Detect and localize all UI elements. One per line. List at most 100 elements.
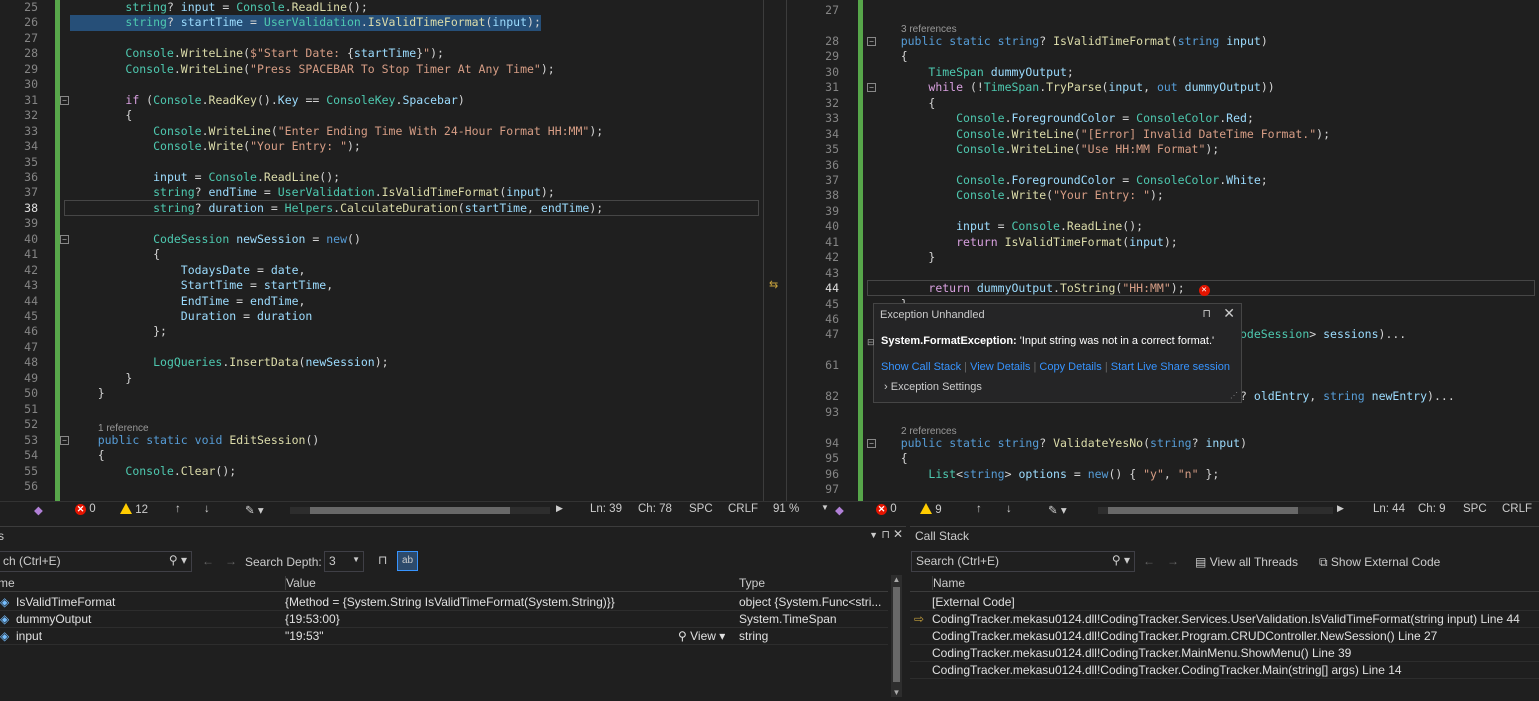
code-line[interactable]: 44 return dummyOutput.ToString("HH:MM");… [787,281,1539,297]
code-line[interactable]: 53 − public static void EditSession() [0,433,763,449]
code-line[interactable]: 26 string? startTime = UserValidation.Is… [0,15,763,31]
code-line[interactable]: 41 return IsValidTimeFormat(input); [787,235,1539,251]
code-line[interactable]: 38 Console.Write("Your Entry: "); [787,188,1539,204]
code-line[interactable]: 51 [0,402,763,418]
horizontal-scrollbar[interactable] [1098,507,1333,514]
brush-icon[interactable]: ✎ ▾ [245,503,264,517]
line-indicator[interactable]: Ln: 44 [1373,503,1405,515]
code-line[interactable]: 43 StartTime = startTime, [0,278,763,294]
ai-icon[interactable]: ◆ [34,503,43,517]
view-details-link[interactable]: View Details [970,361,1030,373]
exception-settings-toggle[interactable]: › Exception Settings [884,381,982,393]
forward-arrow-icon[interactable]: → [225,554,237,568]
format-toggle-icon[interactable]: ab [397,551,418,571]
search-input[interactable]: Search (Ctrl+E) ⚲ ▾ [911,551,1135,572]
code-line[interactable]: 31 − if (Console.ReadKey().Key == Console… [0,93,763,109]
call-stack-frame[interactable]: ⇨ CodingTracker.mekasu0124.dll!CodingTrac… [910,611,1539,628]
arrow-up-icon[interactable]: ↑ [175,503,181,515]
live-share-link[interactable]: Start Live Share session [1111,361,1230,373]
code-line[interactable]: 32 { [0,108,763,124]
code-line[interactable]: 2 references [787,420,1539,437]
code-line[interactable]: 34 Console.Write("Your Entry: "); [0,139,763,155]
code-line[interactable]: 42 TodaysDate = date, [0,263,763,279]
code-line[interactable]: 43 [787,266,1539,282]
dropdown-icon[interactable]: ▼ [869,530,878,540]
locals-row[interactable]: ◈ input "19:53" string ⚲ View ▾ [0,628,888,645]
forward-arrow-icon[interactable]: → [1167,554,1179,568]
code-line[interactable]: 52 1 reference [0,417,763,434]
resize-grip-icon[interactable]: ⋰ [1230,391,1238,400]
ai-icon[interactable]: ◆ [835,503,844,517]
spacing-indicator[interactable]: SPC [689,503,713,515]
code-line[interactable]: 95 { [787,451,1539,467]
code-line[interactable]: 44 EndTime = endTime, [0,294,763,310]
pin-watch-icon[interactable]: ⊓ [378,553,387,567]
call-stack-frame[interactable]: CodingTracker.mekasu0124.dll!CodingTrack… [910,662,1539,679]
code-line[interactable]: 3 references [787,18,1539,35]
copy-details-link[interactable]: Copy Details [1039,361,1101,373]
code-line[interactable]: 39 [787,204,1539,220]
search-icon[interactable]: ⚲ ▾ [169,553,187,567]
code-line[interactable]: 37 Console.ForegroundColor = ConsoleColo… [787,173,1539,189]
code-line[interactable]: 47 [0,340,763,356]
search-depth-select[interactable]: 3 ▼ [324,551,364,572]
code-line[interactable]: 46 }; [0,324,763,340]
collapse-icon[interactable]: − [60,95,69,105]
arrow-down-icon[interactable]: ↓ [1006,503,1012,515]
error-count[interactable]: ✕ 0 [876,503,897,515]
column-type[interactable]: Type [739,576,765,590]
column-value[interactable]: Value [285,576,316,590]
arrow-down-icon[interactable]: ↓ [204,503,210,515]
warning-count[interactable]: 9 [920,503,942,516]
code-line[interactable]: 41 { [0,247,763,263]
show-call-stack-link[interactable]: Show Call Stack [881,361,961,373]
code-line[interactable]: 30 TimeSpan dummyOutput; [787,65,1539,81]
variable-value[interactable]: {19:53:00} [285,612,730,626]
code-line[interactable]: 28− public static string? IsValidTimeFor… [787,34,1539,50]
column-name[interactable]: Name [932,576,965,590]
line-ending-indicator[interactable]: CRLF [1502,503,1532,515]
code-line[interactable]: 36 [787,158,1539,174]
locals-row[interactable]: ◈ IsValidTimeFormat {Method = {System.Stri… [0,594,888,611]
code-line[interactable]: 33 Console.WriteLine("Enter Ending Time … [0,124,763,140]
horizontal-scrollbar[interactable] [290,507,550,514]
pin-icon[interactable]: ⊓ [1202,307,1211,320]
close-icon[interactable]: ✕ [1223,305,1235,322]
brush-icon[interactable]: ✎ ▾ [1048,503,1067,517]
column-indicator[interactable]: Ch: 78 [638,503,672,515]
expand-icon[interactable]: ⊟ [867,337,875,348]
code-line[interactable]: 42 } [787,250,1539,266]
code-line[interactable]: 94− public static string? ValidateYesNo(… [787,436,1539,452]
code-line[interactable]: 35 Console.WriteLine("Use HH:MM Format")… [787,142,1539,158]
scroll-right-icon[interactable]: ▶ [556,503,563,514]
column-indicator[interactable]: Ch: 9 [1418,503,1446,515]
call-stack-frame[interactable]: [External Code] [910,594,1539,611]
code-line[interactable]: 31− while (!TimeSpan.TryParse(input, out… [787,80,1539,96]
code-line[interactable]: 50 } [0,386,763,402]
scroll-right-icon[interactable]: ▶ [1337,503,1344,514]
locals-row[interactable]: ◈ dummyOutput {19:53:00} System.TimeSpan [0,611,888,628]
code-line[interactable]: 29 { [787,49,1539,65]
code-line[interactable]: 55 Console.Clear(); [0,464,763,480]
code-line[interactable]: 96 List<string> options = new() { "y", "… [787,467,1539,483]
warning-count[interactable]: 12 [120,503,148,516]
left-code-editor[interactable]: 25 string? input = Console.ReadLine(); 26… [0,0,763,501]
arrow-up-icon[interactable]: ↑ [976,503,982,515]
back-arrow-icon[interactable]: ← [1143,554,1155,568]
call-stack-frame[interactable]: CodingTracker.mekasu0124.dll!CodingTrack… [910,628,1539,645]
editor-splitter[interactable]: ⇆ [763,0,787,518]
code-line[interactable]: 38 string? duration = Helpers.CalculateD… [0,201,763,217]
close-icon[interactable]: ✕ [893,527,903,541]
view-visualizer-button[interactable]: ⚲ View ▾ [678,629,725,643]
code-line[interactable]: 30 [0,77,763,93]
code-line[interactable]: 32 { [787,96,1539,112]
code-line[interactable]: 27 [0,31,763,47]
zoom-level[interactable]: 91 % [773,503,799,515]
pin-icon[interactable]: ⊓ [881,528,890,541]
spacing-indicator[interactable]: SPC [1463,503,1487,515]
code-line[interactable]: 40 input = Console.ReadLine(); [787,219,1539,235]
code-line[interactable]: 97 [787,482,1539,498]
code-line[interactable]: 54 { [0,448,763,464]
exception-marker-icon[interactable]: ✕ [1198,285,1210,297]
code-line[interactable]: 28 Console.WriteLine($"Start Date: {star… [0,46,763,62]
